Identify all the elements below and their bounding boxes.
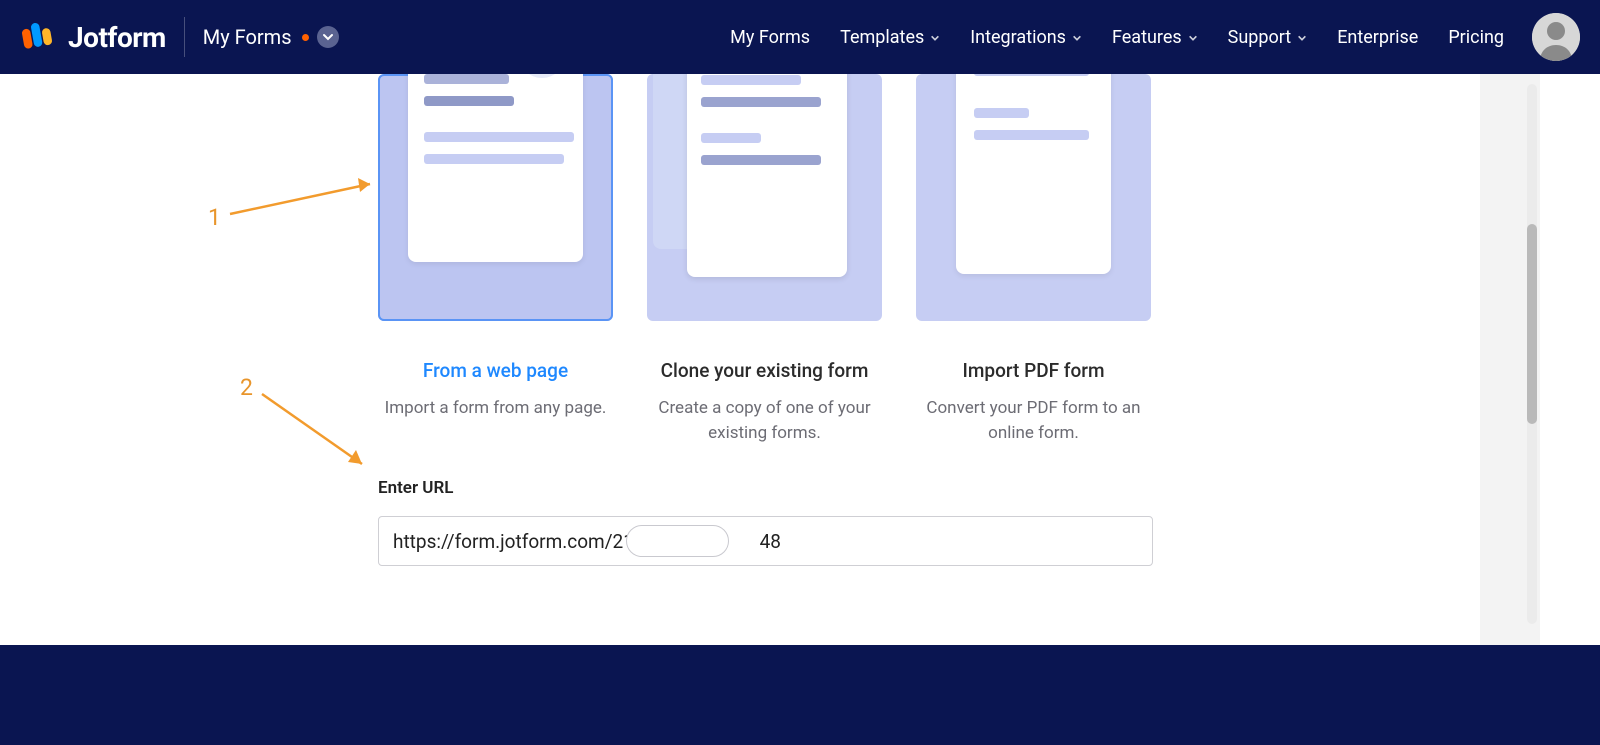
app-header: Jotform My Forms My Forms Templates Inte… bbox=[0, 0, 1600, 74]
nav-integrations[interactable]: Integrations bbox=[970, 27, 1082, 48]
page-body: From a web page Import a form from any p… bbox=[0, 74, 1540, 645]
nav-pricing[interactable]: Pricing bbox=[1448, 27, 1504, 48]
nav-support-label: Support bbox=[1228, 27, 1292, 48]
download-arrow-icon bbox=[519, 74, 565, 78]
chevron-down-icon bbox=[1072, 27, 1082, 48]
option-thumbnail bbox=[647, 74, 882, 321]
enter-url-section: Enter URL https://form.jotform.com/213 4… bbox=[378, 478, 1153, 566]
chevron-down-icon bbox=[1297, 27, 1307, 48]
page-footer-strip bbox=[0, 645, 1600, 745]
header-divider bbox=[184, 17, 185, 57]
nav-integrations-label: Integrations bbox=[970, 27, 1066, 48]
nav-pricing-label: Pricing bbox=[1448, 27, 1504, 48]
option-thumbnail: PDF bbox=[916, 74, 1151, 321]
nav-my-forms-label: My Forms bbox=[730, 27, 810, 48]
url-input-container[interactable]: https://form.jotform.com/213 48 bbox=[378, 516, 1153, 566]
nav-support[interactable]: Support bbox=[1228, 27, 1308, 48]
option-title: Clone your existing form bbox=[647, 359, 882, 382]
nav-features[interactable]: Features bbox=[1112, 27, 1198, 48]
scrollbar-thumb[interactable] bbox=[1527, 224, 1537, 424]
option-from-web-page[interactable]: From a web page Import a form from any p… bbox=[378, 74, 613, 445]
brand-name: Jotform bbox=[68, 21, 166, 54]
nav-my-forms[interactable]: My Forms bbox=[730, 27, 810, 48]
option-subtitle: Import a form from any page. bbox=[378, 396, 613, 421]
nav-enterprise-label: Enterprise bbox=[1337, 27, 1418, 48]
nav-templates-label: Templates bbox=[840, 27, 924, 48]
annotation-number-1: 1 bbox=[208, 204, 221, 231]
notification-dot-icon bbox=[302, 34, 309, 41]
nav-features-label: Features bbox=[1112, 27, 1182, 48]
option-thumbnail bbox=[378, 74, 613, 321]
annotation-number-2: 2 bbox=[240, 374, 253, 401]
chevron-down-icon bbox=[317, 26, 339, 48]
option-title: From a web page bbox=[378, 359, 613, 382]
option-subtitle: Create a copy of one of your existing fo… bbox=[647, 396, 882, 445]
nav-templates[interactable]: Templates bbox=[840, 27, 940, 48]
nav-enterprise[interactable]: Enterprise bbox=[1337, 27, 1418, 48]
import-options-row: From a web page Import a form from any p… bbox=[378, 74, 1151, 445]
user-avatar[interactable] bbox=[1532, 13, 1580, 61]
option-import-pdf[interactable]: PDF Import PDF form Convert your PDF for… bbox=[916, 74, 1151, 445]
chevron-down-icon bbox=[930, 27, 940, 48]
brand-block[interactable]: Jotform bbox=[20, 20, 166, 54]
jotform-logo-icon bbox=[20, 20, 54, 54]
primary-nav: My Forms Templates Integrations Features… bbox=[730, 27, 1504, 48]
my-forms-dropdown-label: My Forms bbox=[203, 25, 292, 49]
chevron-down-icon bbox=[1188, 27, 1198, 48]
option-clone-existing[interactable]: Clone your existing form Create a copy o… bbox=[647, 74, 882, 445]
my-forms-dropdown[interactable]: My Forms bbox=[203, 25, 339, 49]
option-title: Import PDF form bbox=[916, 359, 1151, 382]
option-subtitle: Convert your PDF form to an online form. bbox=[916, 396, 1151, 445]
enter-url-label: Enter URL bbox=[378, 478, 1153, 498]
